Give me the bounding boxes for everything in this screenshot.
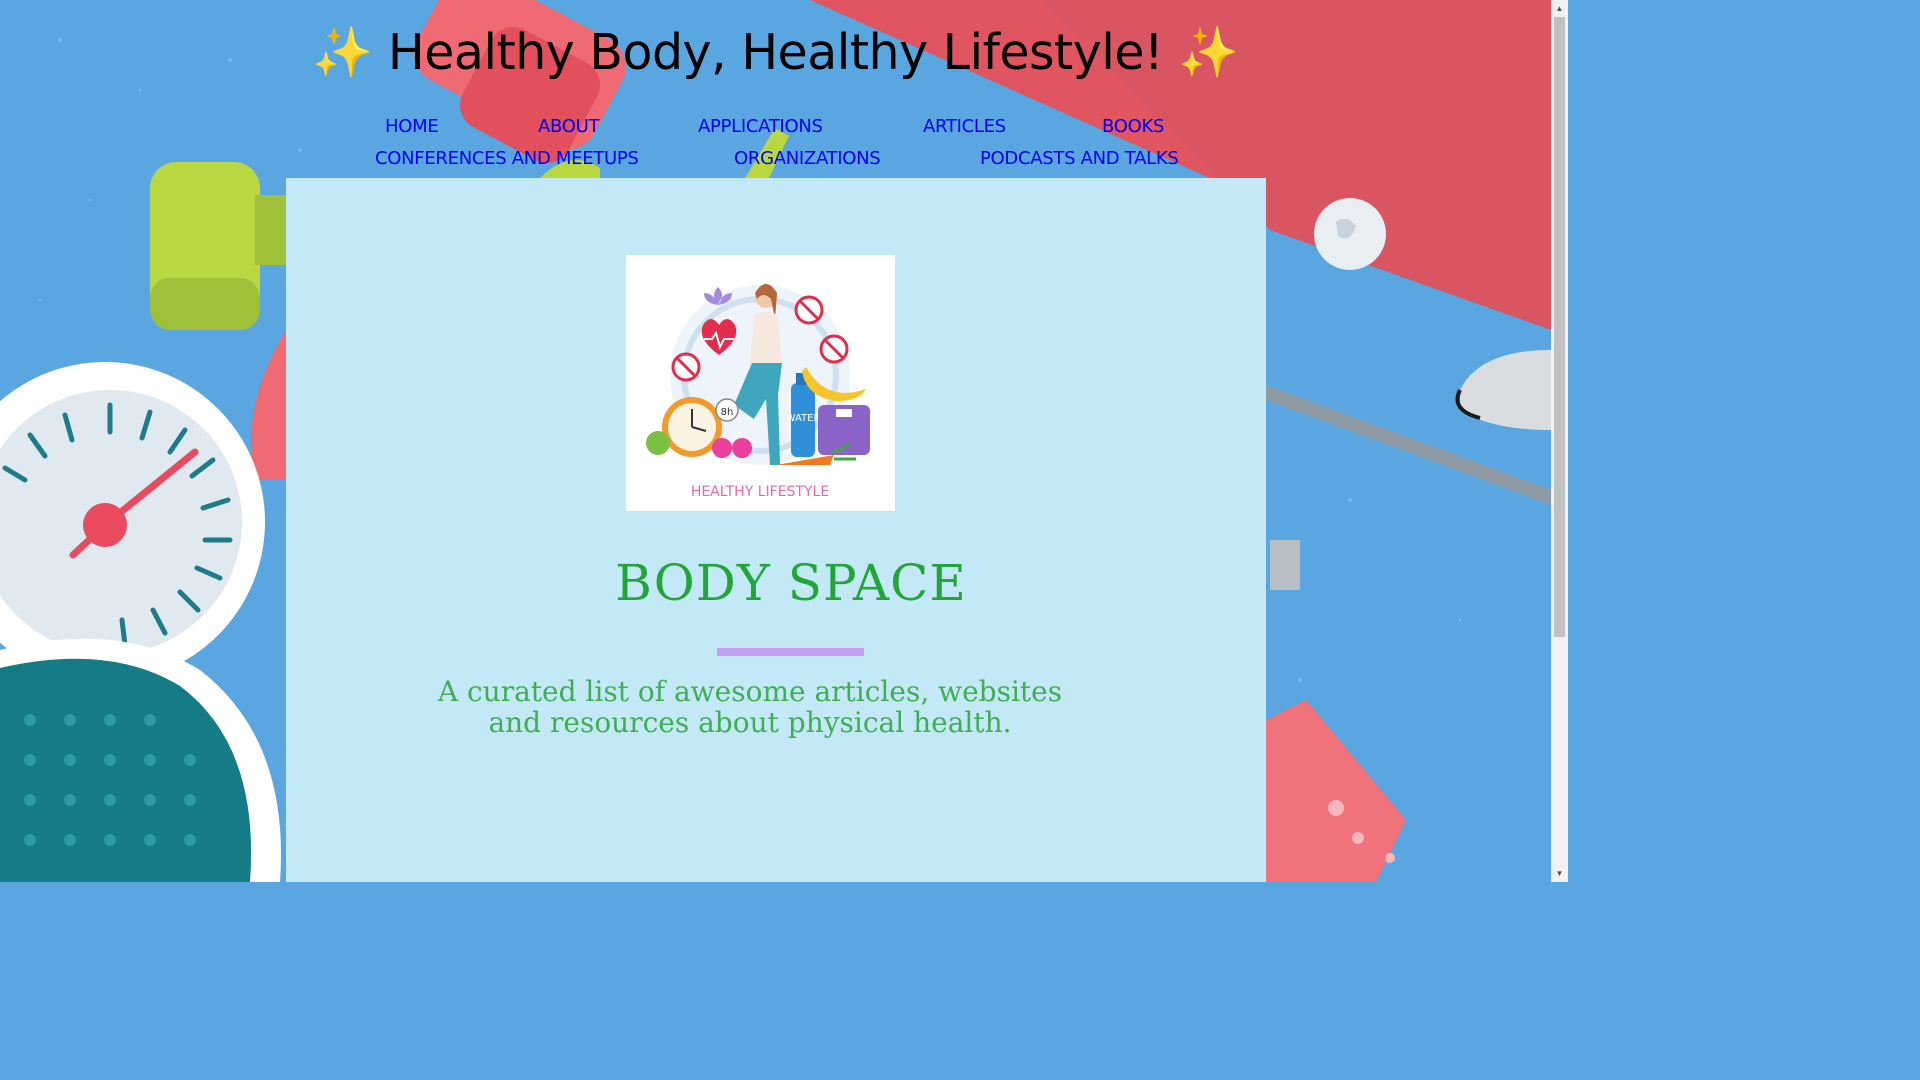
scroll-up-arrow-icon[interactable]: ▲ — [1551, 0, 1568, 17]
brand-heading: BODY SPACE — [615, 554, 967, 612]
illustration-caption: HEALTHY LIFESTYLE — [691, 484, 829, 500]
site-title: ✨ Healthy Body, Healthy Lifestyle! ✨ — [0, 24, 1551, 81]
site-title-text: Healthy Body, Healthy Lifestyle! — [387, 24, 1164, 81]
water-bottle-label: WATER — [786, 413, 821, 424]
tagline: A curated list of awesome articles, webs… — [437, 675, 1063, 739]
nav-link-applications[interactable]: APPLICATIONS — [698, 116, 823, 137]
healthy-lifestyle-illustration: WATER 8h HEALTHY LIFESTYLE — [626, 255, 895, 511]
nav-link-conferences-and-meetups[interactable]: CONFERENCES AND MEETUPS — [375, 148, 639, 169]
vertical-scrollbar[interactable]: ▲ ▼ — [1551, 0, 1568, 882]
nav-link-articles[interactable]: ARTICLES — [923, 116, 1006, 137]
nav-link-organizations[interactable]: ORGANIZATIONS — [734, 148, 881, 169]
scroll-down-arrow-icon[interactable]: ▼ — [1551, 865, 1568, 882]
sparkles-icon: ✨ — [1178, 24, 1239, 81]
nav-link-about[interactable]: ABOUT — [538, 116, 599, 137]
scrollbar-thumb[interactable] — [1554, 17, 1565, 637]
sparkles-icon: ✨ — [312, 24, 373, 81]
nav-link-home[interactable]: HOME — [385, 116, 439, 137]
heading-divider — [717, 648, 864, 656]
nav-link-books[interactable]: BOOKS — [1102, 116, 1164, 137]
content-panel: WATER 8h HEALTHY LIFESTYLE BODY SPACE A … — [286, 178, 1266, 882]
clock-hours-badge: 8h — [721, 407, 734, 418]
nav-link-podcasts-and-talks[interactable]: PODCASTS AND TALKS — [980, 148, 1179, 169]
